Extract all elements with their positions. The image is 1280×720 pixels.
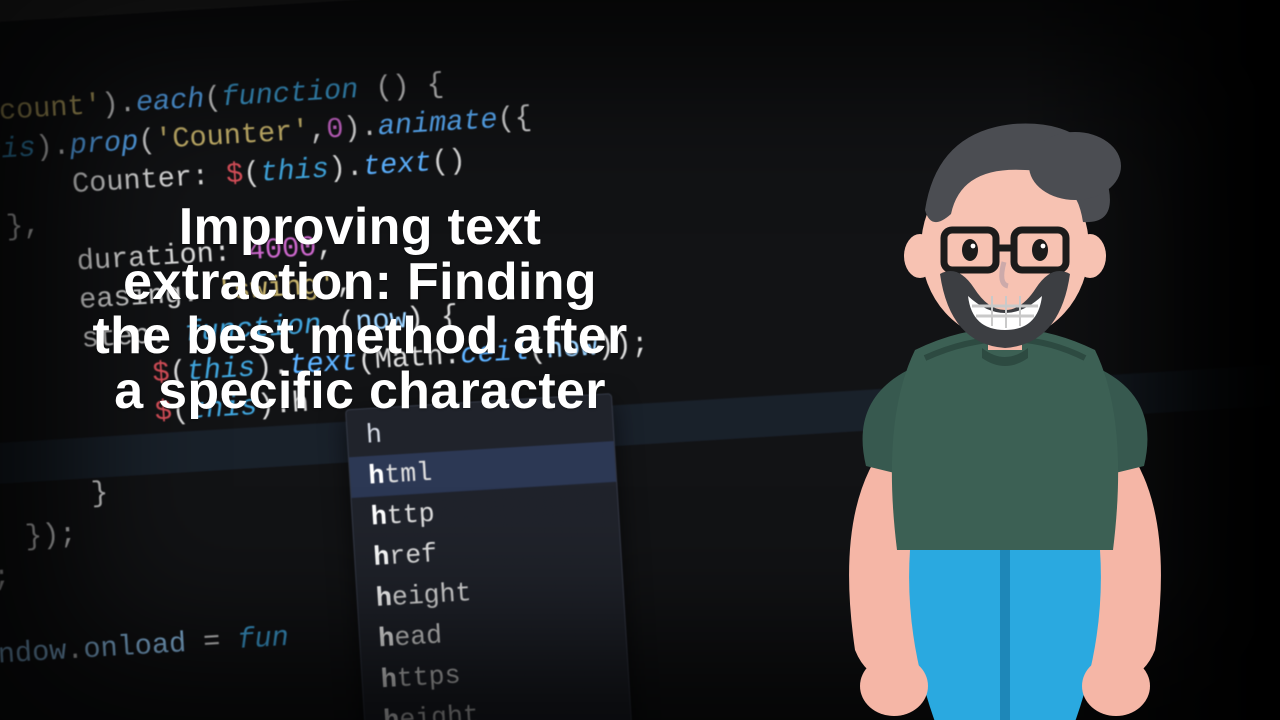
headline-text: Improving text extraction: Finding the b… — [80, 200, 640, 418]
video-frame: ne Text File .html 345 8788 $('.count').… — [0, 0, 1280, 720]
cartoon-presenter — [790, 70, 1220, 720]
autocomplete-popup: h html http href height head https heigh… — [345, 393, 633, 720]
